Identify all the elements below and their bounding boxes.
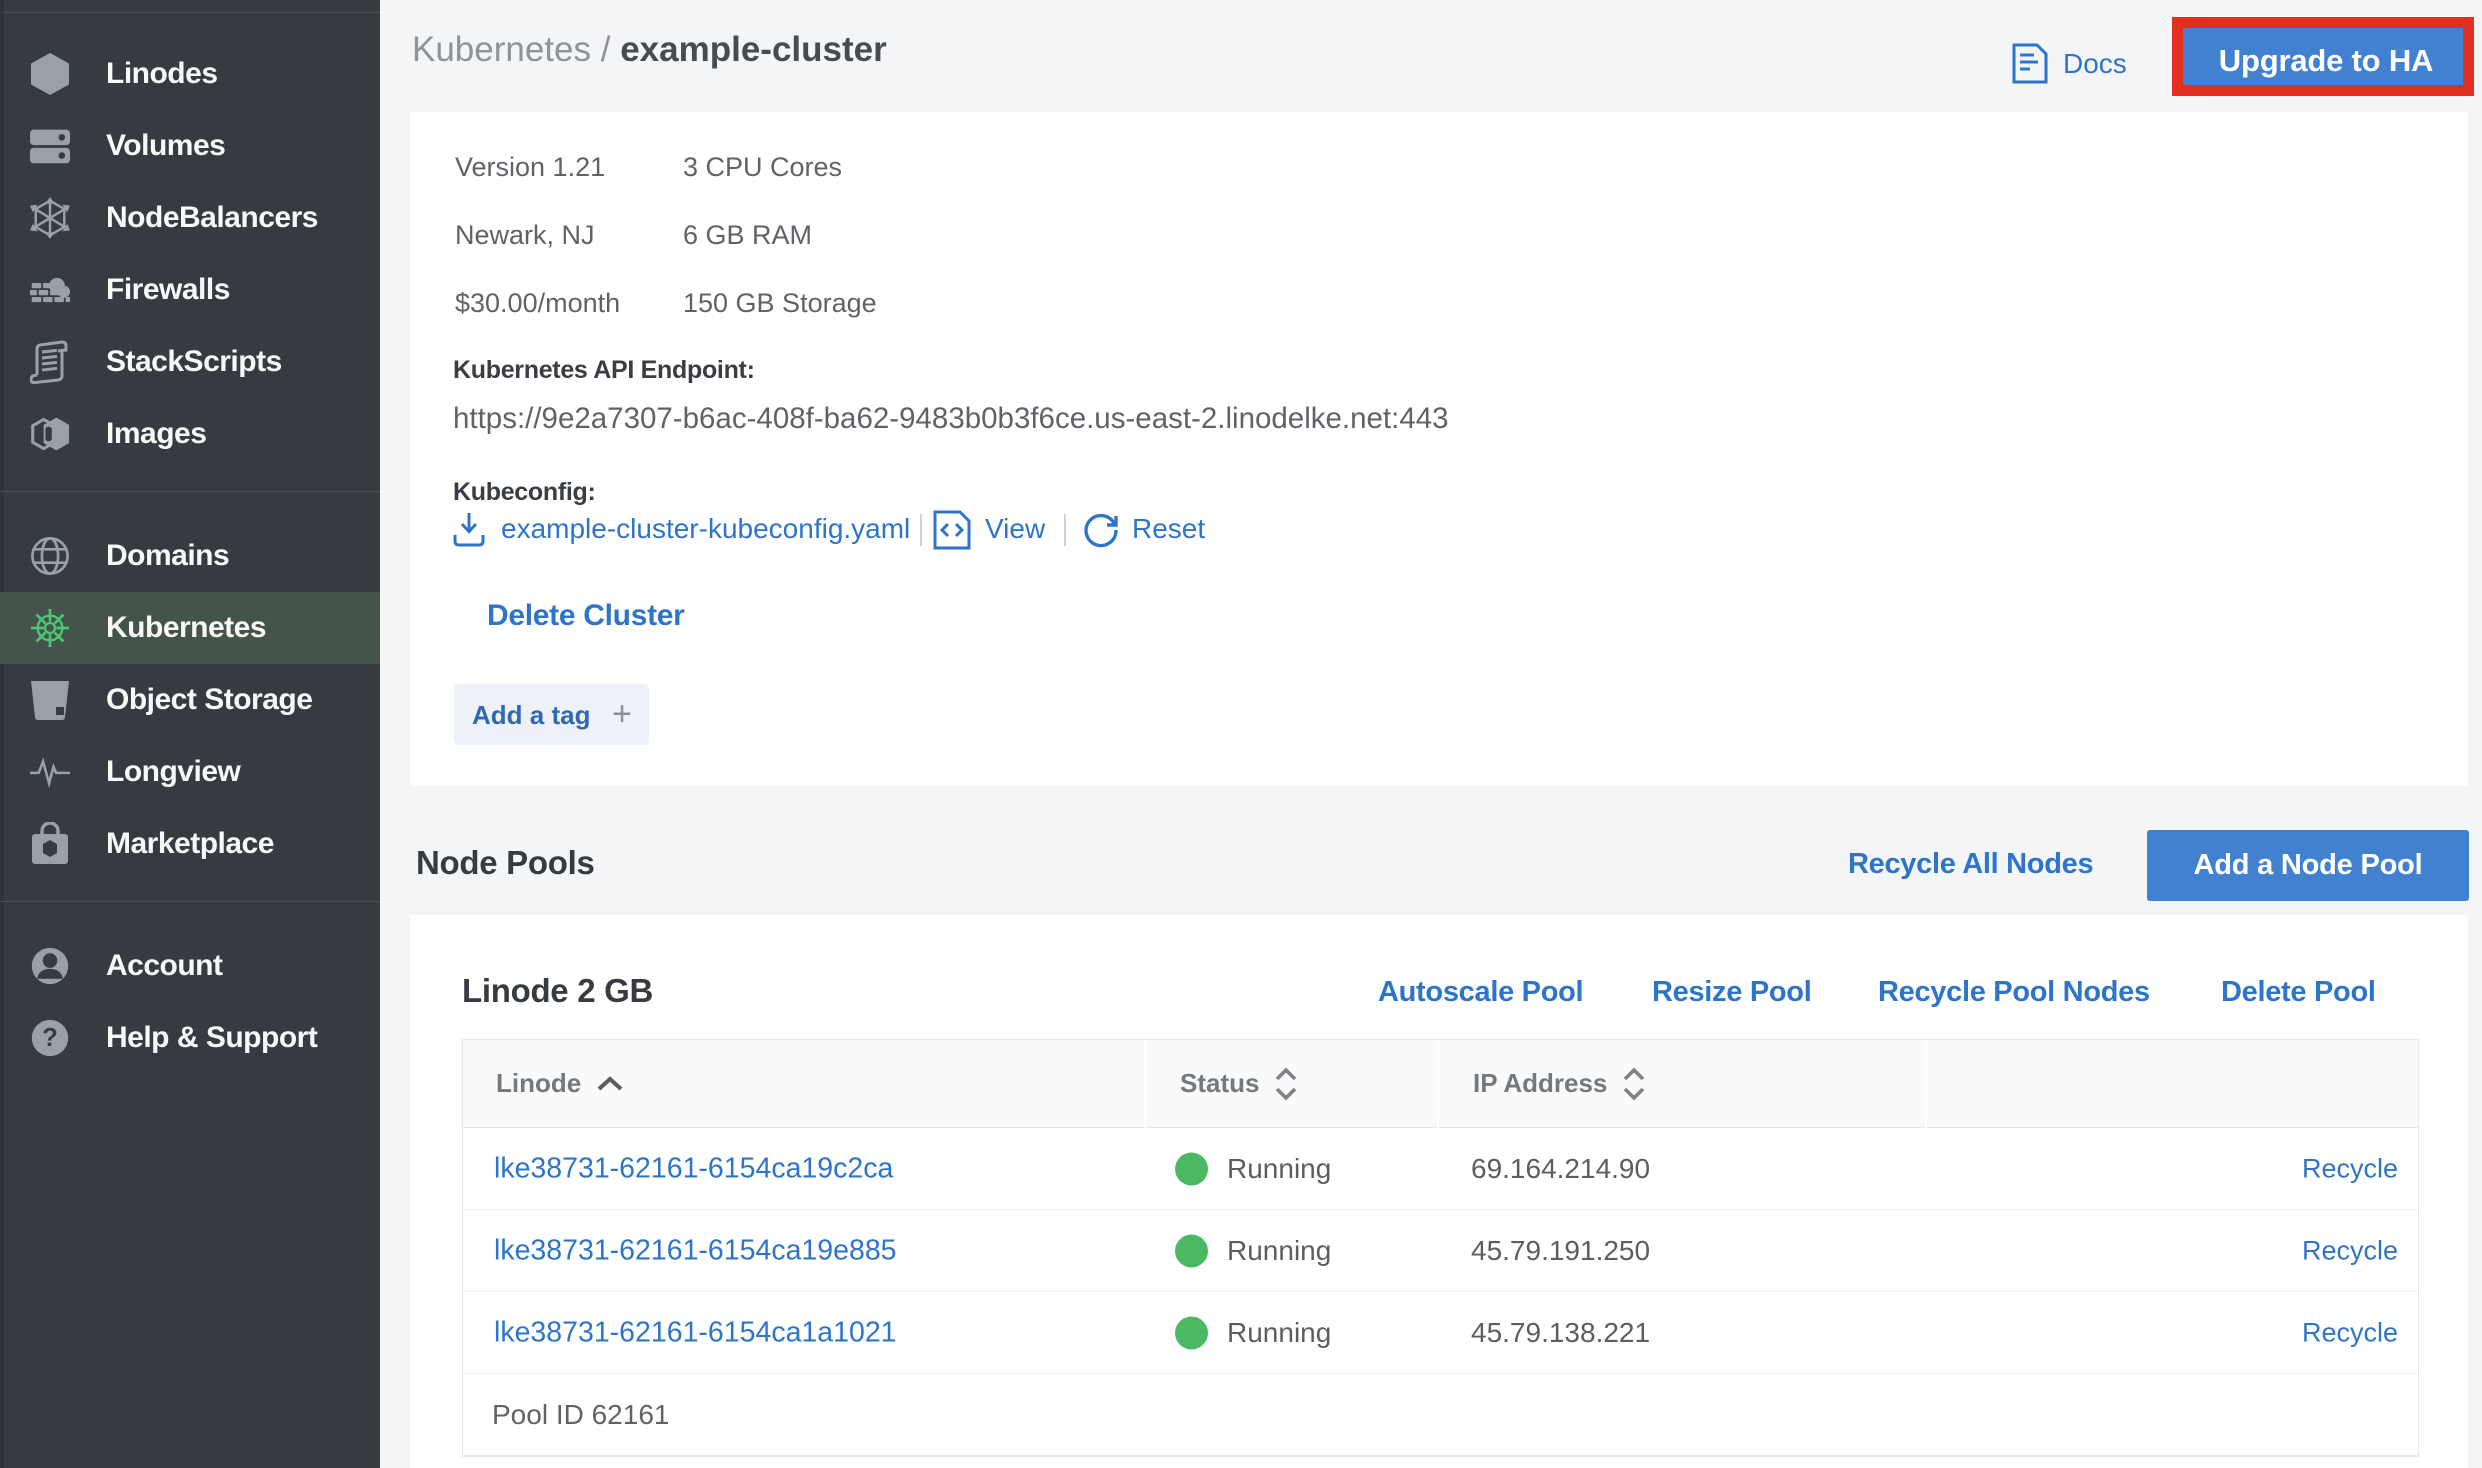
svg-text:?: ? bbox=[42, 1024, 58, 1052]
